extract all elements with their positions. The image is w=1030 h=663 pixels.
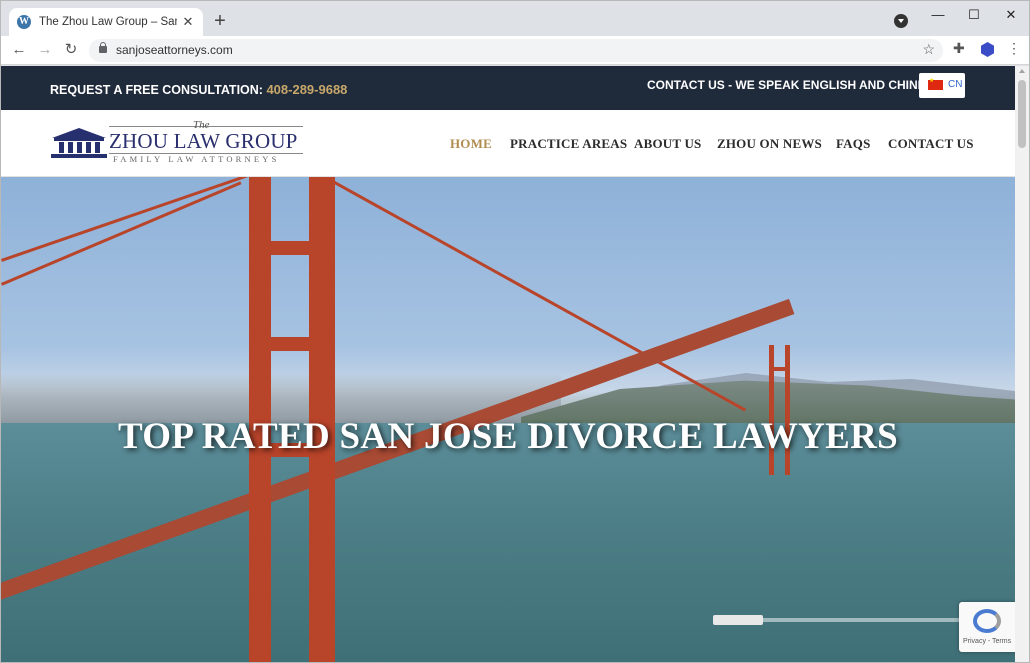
nav-practice-areas[interactable]: PRACTICE AREAS (510, 136, 627, 152)
forward-arrow-icon[interactable]: → (35, 40, 55, 60)
site-header: The ZHOU LAW GROUP FAMILY LAW ATTORNEYS … (1, 110, 1015, 177)
maximize-icon[interactable]: ☐ (959, 5, 989, 25)
star-icon[interactable]: ☆ (922, 41, 935, 58)
site-logo[interactable]: The ZHOU LAW GROUP FAMILY LAW ATTORNEYS (51, 119, 303, 166)
close-tab-icon[interactable]: ✕ (181, 14, 195, 30)
nav-contact-us[interactable]: CONTACT US (888, 136, 974, 152)
hero-title: TOP RATED SAN JOSE DIVORCE LAWYERS (117, 416, 899, 457)
consultation-text: REQUEST A FREE CONSULTATION: 408-289-968… (50, 82, 347, 97)
reload-icon[interactable]: ↻ (61, 40, 81, 60)
scrollbar-thumb[interactable] (1018, 80, 1026, 148)
browser-window: W The Zhou Law Group – San Jose D ✕ + — … (0, 0, 1030, 663)
consultation-label: REQUEST A FREE CONSULTATION: (50, 83, 263, 97)
phone-link[interactable]: 408-289-9688 (266, 82, 347, 97)
wordpress-icon: W (17, 15, 31, 29)
china-flag-icon (928, 77, 943, 90)
window-close-icon[interactable]: ✕ (996, 5, 1026, 25)
language-switcher[interactable]: CN (919, 73, 965, 98)
logo-name: ZHOU LAW GROUP (109, 129, 298, 153)
kebab-menu-icon[interactable]: ⋮ (1007, 40, 1021, 57)
page-viewport: REQUEST A FREE CONSULTATION: 408-289-968… (1, 66, 1015, 662)
recaptcha-icon (973, 609, 1001, 633)
url-text[interactable]: sanjoseattorneys.com (116, 43, 233, 57)
near-bridge-tower-crossbar (249, 241, 335, 255)
recaptcha-badge[interactable]: Privacy - Terms (959, 602, 1015, 652)
nav-home[interactable]: HOME (450, 136, 492, 152)
minimize-icon[interactable]: — (923, 5, 953, 25)
language-code: CN (948, 79, 963, 90)
scroll-up-arrow-icon[interactable] (1019, 69, 1025, 73)
tab-title: The Zhou Law Group – San Jose D (39, 16, 177, 28)
puzzle-extension-icon[interactable]: ✚ (953, 40, 965, 57)
courthouse-icon (51, 128, 107, 158)
contact-language-link[interactable]: CONTACT US - WE SPEAK ENGLISH AND CHINES… (647, 78, 942, 92)
hero-banner: TOP RATED SAN JOSE DIVORCE LAWYERS (1, 177, 1015, 662)
back-arrow-icon[interactable]: ← (9, 40, 29, 60)
recaptcha-links[interactable]: Privacy - Terms (963, 638, 1011, 645)
boat-wake (761, 618, 981, 622)
tab-strip: W The Zhou Law Group – San Jose D ✕ + — … (1, 1, 1029, 36)
page-scrollbar[interactable] (1015, 66, 1029, 662)
new-tab-button[interactable]: + (209, 10, 231, 32)
near-bridge-tower-crossbar (249, 337, 335, 351)
info-bar: REQUEST A FREE CONSULTATION: 408-289-968… (1, 66, 1015, 110)
lock-icon[interactable] (99, 42, 107, 53)
address-bar[interactable]: sanjoseattorneys.com ☆ (89, 39, 943, 62)
ferry-boat (713, 615, 763, 625)
far-bridge-tower-crossbar (769, 367, 790, 371)
nav-faqs[interactable]: FAQS (836, 136, 871, 152)
nav-zhou-on-news[interactable]: ZHOU ON NEWS (717, 136, 822, 152)
browser-toolbar: ← → ↻ sanjoseattorneys.com ☆ (1, 36, 1029, 65)
bridge-cable (1, 181, 242, 286)
logo-tagline: FAMILY LAW ATTORNEYS (113, 154, 280, 164)
browser-tab[interactable]: W The Zhou Law Group – San Jose D ✕ (9, 8, 203, 36)
tab-search-icon[interactable] (894, 14, 908, 28)
nav-about-us[interactable]: ABOUT US (634, 136, 701, 152)
